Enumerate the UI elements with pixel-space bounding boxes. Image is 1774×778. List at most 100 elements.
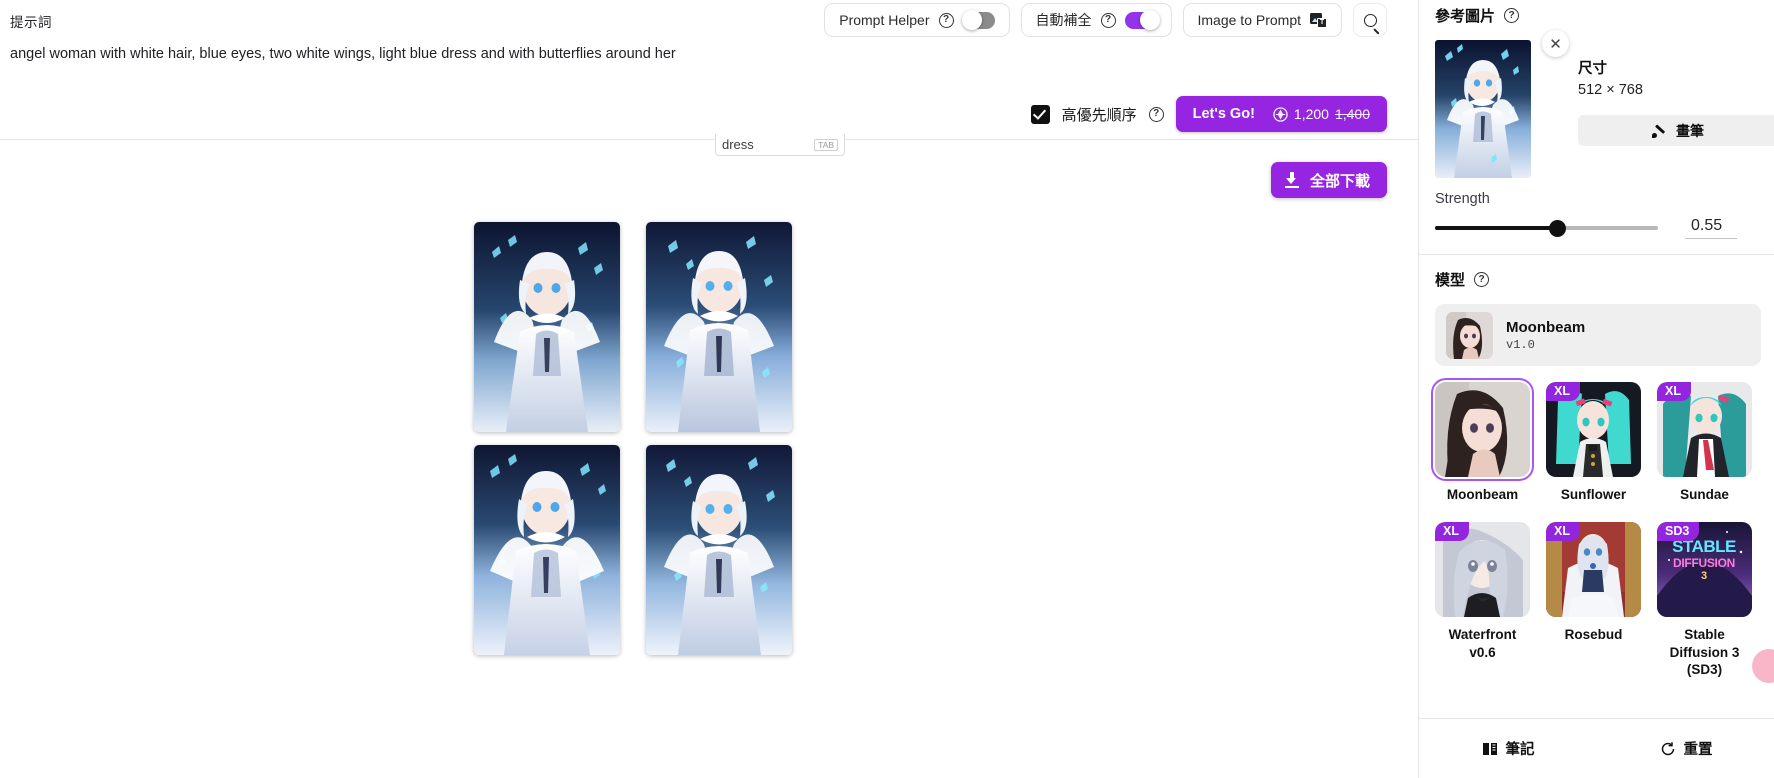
toolbar: Prompt Helper ? 自動補全 ? Image to Prompt T [824, 3, 1387, 37]
strength-slider-row: 0.55 [1419, 217, 1774, 239]
model-thumbnail[interactable]: XL [1546, 382, 1641, 477]
reset-button[interactable]: 重置 [1597, 738, 1774, 759]
generated-image[interactable] [646, 445, 792, 655]
model-thumbnail[interactable] [1431, 378, 1534, 481]
reference-body: ✕ 尺寸 512 × 768 畫筆 [1435, 30, 1774, 178]
reset-label: 重置 [1683, 742, 1713, 758]
image-to-prompt-button[interactable]: Image to Prompt T [1182, 3, 1342, 37]
svg-text:DIFFUSION: DIFFUSION [1673, 556, 1735, 570]
reset-icon [1661, 741, 1674, 755]
question-icon[interactable]: ? [938, 12, 954, 28]
generated-image[interactable] [646, 222, 792, 432]
price-original: 1,400 [1334, 106, 1370, 122]
generated-image[interactable] [474, 445, 620, 655]
model-badge: XL [1546, 521, 1580, 541]
download-all-button[interactable]: 全部下載 [1270, 162, 1387, 198]
selected-model-version: v1.0 [1506, 337, 1535, 352]
selected-model-card[interactable]: Moonbeam v1.0 [1435, 304, 1761, 366]
selected-model-thumbnail [1446, 311, 1493, 359]
reference-thumbnail[interactable] [1435, 40, 1531, 178]
model-name: Sundae [1680, 487, 1729, 502]
results-area: dress TAB 全部下載 [0, 134, 1418, 778]
question-icon[interactable]: ? [1100, 12, 1116, 28]
download-icon [1284, 172, 1300, 188]
lets-go-button[interactable]: Let's Go! 1,200 1,400 [1175, 96, 1387, 132]
brush-button[interactable]: 畫筆 [1578, 115, 1774, 146]
generated-image-grid [474, 222, 806, 655]
model-badge: XL [1657, 382, 1691, 401]
right-panel: 參考圖片 ? ✕ 尺寸 512 × 768 畫筆 Strength 0.55 模… [1418, 0, 1774, 778]
question-icon[interactable]: ? [1474, 272, 1490, 287]
model-section-header: 模型 ? [1435, 269, 1774, 290]
svg-text:3: 3 [1701, 570, 1707, 582]
model-thumbnail[interactable]: XL [1546, 521, 1641, 617]
prompt-helper-label: Prompt Helper [839, 12, 930, 28]
model-thumbnail[interactable]: XL [1657, 382, 1752, 477]
strength-slider-thumb[interactable] [1549, 219, 1567, 237]
model-badge: SD3 [1657, 521, 1700, 541]
prompt-helper-toggle-group[interactable]: Prompt Helper ? [824, 3, 1010, 37]
model-title: 模型 [1435, 272, 1466, 289]
model-item-stable-diffusion-3[interactable]: SD3 STABLE DIFFUSION 3 Stable Diffusion … [1657, 521, 1758, 679]
remove-reference-button[interactable]: ✕ [1542, 30, 1569, 57]
model-item-sunflower[interactable]: XL Sunflower [1546, 382, 1647, 504]
autocomplete-switch[interactable] [1124, 10, 1160, 30]
model-item-waterfront[interactable]: XL Waterfront v0.6 [1435, 521, 1536, 679]
strength-slider-fill [1435, 226, 1558, 230]
strength-value[interactable]: 0.55 [1685, 217, 1737, 239]
brush-label: 畫筆 [1676, 122, 1704, 139]
reference-title: 參考圖片 [1435, 8, 1496, 25]
autocomplete-suggestion[interactable]: dress TAB [715, 134, 845, 156]
question-icon[interactable]: ? [1504, 8, 1520, 23]
model-thumbnail[interactable]: SD3 STABLE DIFFUSION 3 [1657, 521, 1752, 617]
reference-size-label: 尺寸 [1578, 61, 1607, 77]
suggestion-key-hint: TAB [814, 138, 838, 151]
prompt-input[interactable]: angel woman with white hair, blue eyes, … [10, 45, 1010, 64]
selected-model-info: Moonbeam v1.0 [1506, 319, 1585, 352]
model-name: Sunflower [1560, 487, 1627, 502]
reference-size-value: 512 × 768 [1578, 82, 1643, 98]
model-name: Waterfront v0.6 [1448, 626, 1517, 660]
close-icon: ✕ [1549, 35, 1562, 53]
search-icon [1363, 13, 1377, 27]
autocomplete-label: 自動補全 [1035, 12, 1092, 28]
action-row: 高優先順序 ? Let's Go! 1,200 1,400 [1030, 96, 1387, 132]
model-section: 模型 ? Moonbeam v1.0 Moonbeam XL Sunflower… [1419, 255, 1774, 679]
panel-footer: 筆記 重置 [1419, 718, 1774, 778]
model-name: Stable Diffusion 3 (SD3) [1669, 626, 1740, 678]
top-bar: 提示詞 angel woman with white hair, blue ey… [0, 0, 1418, 140]
strength-label: Strength [1435, 191, 1490, 207]
main-area: 提示詞 angel woman with white hair, blue ey… [0, 0, 1418, 778]
notes-label: 筆記 [1505, 742, 1535, 758]
reference-image-section: 參考圖片 ? ✕ 尺寸 512 × 768 畫筆 Strength [1419, 0, 1774, 207]
book-icon [1482, 742, 1497, 755]
reference-meta: 尺寸 512 × 768 畫筆 [1578, 40, 1774, 178]
high-priority-checkbox[interactable] [1030, 104, 1050, 124]
price-current: 1,200 [1293, 106, 1329, 122]
app-root: 提示詞 angel woman with white hair, blue ey… [0, 0, 1774, 778]
question-icon[interactable]: ? [1148, 106, 1164, 122]
model-grid: Moonbeam XL Sunflower XL Sundae XL Water… [1431, 378, 1774, 679]
image-to-text-icon: T [1310, 12, 1327, 28]
model-thumbnail[interactable]: XL [1435, 521, 1530, 617]
model-item-rosebud[interactable]: XL Rosebud [1546, 521, 1647, 679]
suggestion-text: dress [722, 137, 754, 152]
model-badge: XL [1546, 382, 1580, 401]
strength-slider[interactable] [1435, 219, 1658, 237]
model-item-moonbeam[interactable]: Moonbeam [1431, 378, 1536, 504]
lets-go-label: Let's Go! [1192, 106, 1255, 122]
autocomplete-toggle-group[interactable]: 自動補全 ? [1020, 3, 1172, 37]
search-button[interactable] [1353, 3, 1387, 37]
price-group: 1,200 1,400 [1273, 106, 1370, 122]
model-item-sundae[interactable]: XL Sundae [1657, 382, 1758, 504]
coin-icon [1273, 106, 1288, 122]
prompt-helper-switch[interactable] [961, 10, 995, 30]
model-name: Rosebud [1564, 626, 1623, 642]
generated-image[interactable] [474, 222, 620, 432]
model-name: Moonbeam [1446, 487, 1519, 502]
brush-icon [1652, 123, 1667, 138]
model-badge: XL [1435, 521, 1469, 541]
prompt-label: 提示詞 [10, 15, 52, 30]
notes-button[interactable]: 筆記 [1419, 738, 1597, 759]
high-priority-label: 高優先順序 [1061, 106, 1137, 124]
